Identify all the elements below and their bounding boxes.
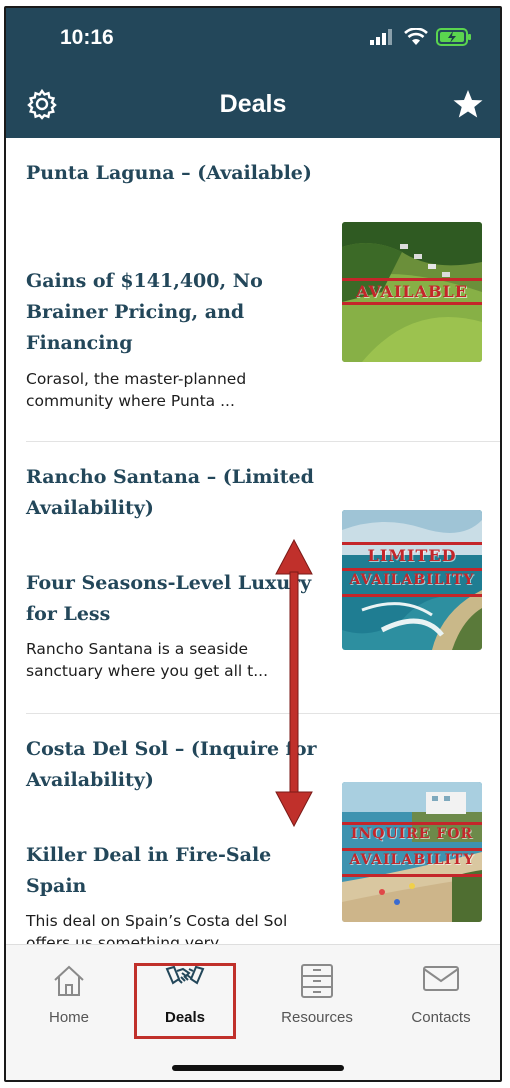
badge-line: [342, 278, 482, 281]
wifi-icon: [404, 28, 428, 45]
mail-icon: [423, 966, 459, 991]
tab-contacts[interactable]: Contacts: [386, 959, 496, 1039]
tab-resources[interactable]: Resources: [262, 959, 372, 1039]
deals-tab-highlight: [134, 963, 236, 1039]
availability-badge: INQUIRE FOR: [350, 826, 474, 842]
favorites-star-icon[interactable]: [452, 88, 484, 120]
deal-description: This deal on Spain’s Costa del Sol offer…: [26, 912, 288, 944]
page-title: Deals: [219, 90, 287, 118]
availability-badge: AVAILABILITY: [349, 572, 475, 588]
battery-icon: [436, 28, 471, 46]
badge-line: [342, 594, 482, 597]
app-header: 10:16 Deals: [6, 8, 500, 138]
badge-line: [342, 542, 482, 545]
status-time: 10:16: [60, 26, 114, 49]
deal-title: Gains of $141,400, No Brainer Pricing, a…: [26, 270, 263, 354]
tab-label: Resources: [281, 1009, 353, 1026]
badge-line: [342, 302, 482, 305]
tab-label: Contacts: [411, 1009, 471, 1026]
phone-screen: 10:16 Deals Punta Laguna – (Available) G…: [4, 6, 502, 1082]
deal-card[interactable]: Punta Laguna – (Available) Gains of $141…: [6, 138, 500, 442]
deals-list[interactable]: Punta Laguna – (Available) Gains of $141…: [6, 138, 500, 944]
deal-heading: Punta Laguna – (Available): [26, 162, 312, 184]
deal-description: Corasol, the master-planned community wh…: [26, 370, 247, 410]
bottom-tab-bar: Home Deals Resources Contacts: [6, 944, 500, 1080]
home-icon: [54, 965, 84, 996]
deal-thumbnail: INQUIRE FOR AVAILABILITY: [342, 782, 482, 922]
home-indicator[interactable]: [172, 1065, 344, 1071]
badge-line: [342, 874, 482, 877]
badge-line: [342, 822, 482, 825]
availability-badge: AVAILABILITY: [349, 852, 475, 868]
badge-line: [342, 848, 482, 851]
status-icons: [370, 28, 472, 46]
deal-thumbnail: AVAILABLE: [342, 222, 482, 362]
deal-heading: Rancho Santana – (Limited Availability): [26, 466, 314, 519]
tab-home[interactable]: Home: [14, 959, 124, 1039]
signal-icon: [370, 29, 392, 45]
badge-line: [342, 568, 482, 571]
tab-label: Home: [48, 1009, 89, 1026]
deal-title: Killer Deal in Fire-Sale Spain: [26, 844, 272, 897]
scroll-indicator-arrow-icon: [275, 538, 313, 828]
deal-thumbnail: LIMITED AVAILABILITY: [342, 510, 482, 650]
deal-card[interactable]: Costa Del Sol – (Inquire for Availabilit…: [6, 714, 500, 944]
availability-badge: LIMITED: [367, 546, 457, 565]
deal-card[interactable]: Rancho Santana – (Limited Availability) …: [6, 442, 500, 714]
availability-badge: AVAILABLE: [356, 282, 468, 301]
cabinet-icon: [301, 964, 333, 998]
